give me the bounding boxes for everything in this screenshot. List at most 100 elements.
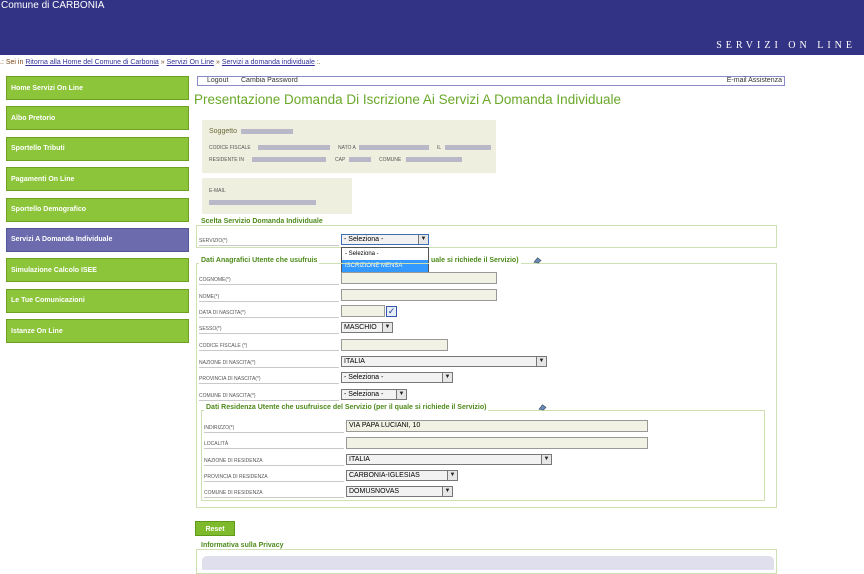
- servizio-select[interactable]: - Seleziona - ▼: [341, 234, 429, 245]
- nato-a-label: NATO A: [338, 145, 356, 151]
- residente-label: RESIDENTE IN: [209, 157, 245, 163]
- redacted-residence: [252, 157, 326, 162]
- localita-label: LOCALITÀ: [204, 441, 229, 447]
- info-icon[interactable]: [533, 256, 542, 264]
- indirizzo-input[interactable]: VIA PAPA LUCIANI, 10: [346, 420, 648, 432]
- sesso-label: SESSO(*): [199, 326, 222, 332]
- calendar-checkbox-icon[interactable]: ✓: [386, 306, 397, 317]
- user-toolbar: Logout Cambia Password E-mail Assistenza: [197, 76, 785, 86]
- chevron-down-icon[interactable]: ▼: [442, 373, 452, 382]
- redacted-comune: [406, 157, 462, 162]
- breadcrumb-prefix: .: Sei in: [0, 59, 24, 66]
- codice-fiscale-label: CODICE FISCALE: [209, 145, 251, 151]
- nome-underline: [199, 301, 339, 302]
- sidebar-item-istanze[interactable]: Istanze On Line: [6, 319, 189, 344]
- chevron-down-icon[interactable]: ▼: [541, 455, 551, 464]
- email-panel: E-MAIL: [202, 178, 352, 214]
- codice-fiscale-underline: [199, 350, 339, 351]
- sidebar-item-simulazione-isee[interactable]: Simulazione Calcolo ISEE: [6, 258, 189, 283]
- nazione-residenza-select[interactable]: ITALIA ▼: [346, 454, 552, 465]
- cap-label: CAP: [335, 157, 346, 163]
- breadcrumb-link-domanda[interactable]: Servizi a domanda individuale: [222, 59, 315, 66]
- redacted-email: [209, 200, 316, 205]
- comune-label: COMUNE: [379, 157, 402, 163]
- sidebar-item-home-servizi[interactable]: Home Servizi On Line: [6, 76, 189, 100]
- chevron-down-icon[interactable]: ▼: [536, 357, 546, 366]
- redacted-codice-fiscale: [258, 145, 330, 150]
- logout-link[interactable]: Logout: [207, 77, 228, 84]
- sidebar-item-sportello-demografico[interactable]: Sportello Demografico: [6, 197, 189, 222]
- provincia-nascita-underline: [199, 383, 339, 384]
- sidebar-item-sportello-tributi[interactable]: Sportello Tributi: [6, 136, 189, 161]
- sidebar-item-comunicazioni[interactable]: Le Tue Comunicazioni: [6, 288, 189, 313]
- cognome-input[interactable]: [341, 272, 497, 284]
- email-assistenza-link[interactable]: E-mail Assistenza: [727, 77, 782, 84]
- comune-nascita-select[interactable]: - Seleziona - ▼: [341, 389, 407, 400]
- servizio-select-value: - Seleziona -: [344, 236, 384, 243]
- change-password-link[interactable]: Cambia Password: [241, 77, 298, 84]
- anagrafici-legend-end: uale si richiede il Servizio): [429, 257, 521, 264]
- chevron-down-icon[interactable]: ▼: [418, 235, 428, 244]
- comune-residenza-label: COMUNE DI RESIDENZA: [204, 490, 263, 496]
- nazione-residenza-value: ITALIA: [349, 456, 370, 463]
- privacy-legend: Informativa sulla Privacy: [199, 542, 286, 549]
- chevron-down-icon[interactable]: ▼: [447, 471, 457, 480]
- breadcrumb-separator: »: [216, 59, 220, 66]
- soggetto-panel: Soggetto CODICE FISCALE NATO A IL RESIDE…: [202, 120, 496, 173]
- comune-nascita-value: - Seleziona -: [344, 391, 384, 398]
- sesso-select[interactable]: MASCHIO ▼: [341, 322, 393, 333]
- chevron-down-icon[interactable]: ▼: [396, 390, 406, 399]
- localita-input[interactable]: [346, 437, 648, 449]
- redacted-birthplace: [359, 145, 429, 150]
- residenza-legend: Dati Residenza Utente che usufruisce del…: [204, 404, 489, 411]
- indirizzo-label: INDIRIZZO(*): [204, 425, 235, 431]
- provincia-nascita-select[interactable]: - Seleziona - ▼: [341, 372, 453, 383]
- cognome-label: COGNOME(*): [199, 277, 231, 283]
- nazione-nascita-select[interactable]: ITALIA ▼: [341, 356, 547, 367]
- sidebar-item-servizi-domanda[interactable]: Servizi A Domanda Individuale: [6, 227, 189, 252]
- nome-label: NOME(*): [199, 294, 220, 300]
- breadcrumb-link-servizi[interactable]: Servizi On Line: [167, 59, 214, 66]
- codice-fiscale-field-label: CODICE FISCALE (*): [199, 343, 248, 349]
- comune-residenza-value: DOMUSNOVAS: [349, 488, 400, 495]
- comune-residenza-underline: [204, 497, 344, 498]
- sesso-select-value: MASCHIO: [344, 324, 377, 331]
- provincia-residenza-underline: [204, 481, 344, 482]
- site-header: Comune di CARBONIA SERVIZI ON LINE: [0, 0, 864, 55]
- comune-nascita-label: COMUNE DI NASCITA(*): [199, 393, 256, 399]
- comune-title: Comune di CARBONIA: [1, 0, 105, 11]
- nome-input[interactable]: [341, 289, 497, 301]
- comune-nascita-underline: [199, 400, 339, 401]
- localita-underline: [204, 448, 344, 449]
- chevron-down-icon[interactable]: ▼: [442, 487, 452, 496]
- email-label: E-MAIL: [209, 188, 226, 194]
- cognome-underline: [199, 284, 339, 285]
- sidebar-item-pagamenti[interactable]: Pagamenti On Line: [6, 167, 189, 192]
- servizio-option[interactable]: - Seleziona -: [342, 248, 428, 260]
- info-icon[interactable]: [538, 403, 547, 411]
- comune-residenza-select[interactable]: DOMUSNOVAS ▼: [346, 486, 453, 497]
- provincia-nascita-label: PROVINCIA DI NASCITA(*): [199, 376, 261, 382]
- data-nascita-input[interactable]: [341, 305, 385, 317]
- chevron-down-icon[interactable]: ▼: [382, 323, 392, 332]
- nazione-residenza-underline: [204, 465, 344, 466]
- servizio-label: SERVIZIO(*): [199, 238, 228, 244]
- data-nascita-label: DATA DI NASCITA(*): [199, 310, 246, 316]
- provincia-residenza-label: PROVINCIA DI RESIDENZA: [204, 474, 268, 480]
- sidebar-item-albo-pretorio[interactable]: Albo Pretorio: [6, 106, 189, 131]
- il-label: IL: [437, 145, 442, 151]
- provincia-residenza-select[interactable]: CARBONIA-IGLESIAS ▼: [346, 470, 458, 481]
- sesso-underline: [199, 333, 339, 334]
- redacted-birthdate: [445, 145, 491, 150]
- provincia-residenza-value: CARBONIA-IGLESIAS: [349, 472, 420, 479]
- page-title: Presentazione Domanda Di Iscrizione Ai S…: [194, 92, 621, 107]
- soggetto-title: Soggetto: [209, 128, 238, 135]
- redacted-name: [241, 129, 293, 134]
- redacted-cap: [349, 157, 371, 162]
- breadcrumb-separator: »: [160, 59, 165, 66]
- breadcrumb-link-home[interactable]: Ritorna alla Home del Comune di Carbonia: [25, 59, 158, 66]
- reset-button[interactable]: Reset: [195, 521, 235, 536]
- servizio-underline: [199, 245, 339, 246]
- nazione-nascita-label: NAZIONE DI NASCITA(*): [199, 360, 256, 366]
- codice-fiscale-input[interactable]: [341, 339, 448, 351]
